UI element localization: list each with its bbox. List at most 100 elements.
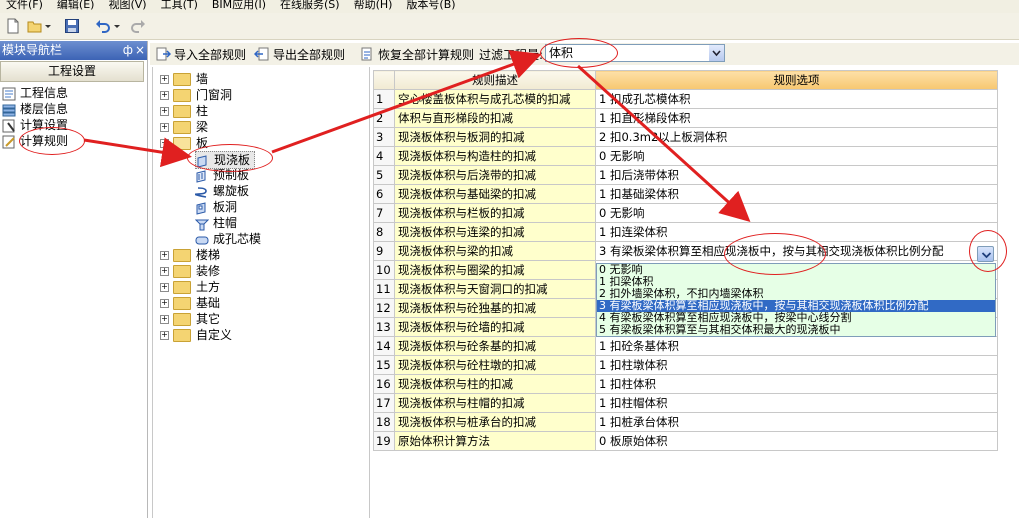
expand-icon[interactable]: + <box>160 315 169 324</box>
menu-edit[interactable]: 编辑(E) <box>57 0 95 10</box>
rule-option-cell[interactable]: 1 扣柱体积 <box>595 374 998 394</box>
open-dropdown-icon[interactable] <box>44 18 52 34</box>
tree-node-wall[interactable]: + 墙 <box>160 71 208 87</box>
tree-node-column-cap[interactable]: 柱帽 <box>195 215 237 231</box>
row-number: 12 <box>373 298 395 318</box>
slab-opening-icon <box>196 201 206 215</box>
expand-icon[interactable]: + <box>160 251 169 260</box>
rule-option-cell[interactable]: 1 扣基础梁体积 <box>595 184 998 204</box>
expand-icon[interactable]: + <box>160 123 169 132</box>
tree-node-column[interactable]: + 柱 <box>160 103 208 119</box>
tree-node-stairs[interactable]: + 楼梯 <box>160 247 220 263</box>
menu-help[interactable]: 帮助(H) <box>354 0 393 10</box>
expand-icon[interactable]: + <box>160 75 169 84</box>
table-row[interactable]: 16 现浇板体积与柱的扣减 1 扣柱体积 <box>373 374 998 394</box>
menu-online[interactable]: 在线服务(S) <box>280 0 340 10</box>
rule-option-cell[interactable]: 0 无影响 <box>595 203 998 223</box>
table-row[interactable]: 1 空心楼盖板体积与成孔芯模的扣减 1 扣成孔芯模体积 <box>373 89 998 109</box>
collapse-icon[interactable]: − <box>160 139 169 148</box>
expand-icon[interactable]: + <box>160 331 169 340</box>
rule-option-cell[interactable]: 2 扣0.3m2以上板洞体积 <box>595 127 998 147</box>
table-row[interactable]: 18 现浇板体积与桩承台的扣减 1 扣桩承台体积 <box>373 412 998 432</box>
folder-icon <box>173 281 191 294</box>
rule-option-cell[interactable]: 1 扣成孔芯模体积 <box>595 89 998 109</box>
header-rule-option: 规则选项 <box>595 70 998 90</box>
tree-node-slab-opening[interactable]: 板洞 <box>195 199 237 215</box>
tree-node-core-mold[interactable]: 成孔芯模 <box>195 231 261 247</box>
table-row[interactable]: 8 现浇板体积与连梁的扣减 1 扣连梁体积 <box>373 222 998 242</box>
menu-view[interactable]: 视图(V) <box>108 0 146 10</box>
dropdown-option-selected[interactable]: 3 有梁板梁体积算至相应现浇板中，按与其相交现浇板体积比例分配 <box>597 300 995 312</box>
menu-file[interactable]: 文件(F) <box>6 0 43 10</box>
dropdown-option[interactable]: 2 扣外墙梁体积，不扣内墙梁体积 <box>597 288 995 300</box>
annotation-circle <box>969 230 1007 272</box>
rule-option-cell[interactable]: 1 扣后浇带体积 <box>595 165 998 185</box>
table-row[interactable]: 6 现浇板体积与基础梁的扣减 1 扣基础梁体积 <box>373 184 998 204</box>
rule-option-cell[interactable]: 0 无影响 <box>595 146 998 166</box>
save-icon[interactable] <box>64 18 80 34</box>
project-settings-button[interactable]: 工程设置 <box>0 61 144 82</box>
tree-node-earthwork[interactable]: + 土方 <box>160 279 220 295</box>
table-row[interactable]: 7 现浇板体积与栏板的扣减 0 无影响 <box>373 203 998 223</box>
tree-node-spiral-slab[interactable]: 螺旋板 <box>195 183 249 199</box>
undo-dropdown-icon[interactable] <box>113 18 121 34</box>
tree-node-custom[interactable]: + 自定义 <box>160 327 232 343</box>
undo-icon[interactable] <box>95 18 111 34</box>
redo-icon[interactable] <box>130 18 146 34</box>
tree-node-decoration[interactable]: + 装修 <box>160 263 220 279</box>
dropdown-option[interactable]: 5 有梁板梁体积算至与其相交体积最大的现浇板中 <box>597 324 995 336</box>
rule-option-cell[interactable]: 1 扣柱帽体积 <box>595 393 998 413</box>
table-row[interactable]: 2 体积与直形梯段的扣减 1 扣直形梯段体积 <box>373 108 998 128</box>
table-row[interactable]: 5 现浇板体积与后浇带的扣减 1 扣后浇带体积 <box>373 165 998 185</box>
rule-option-cell[interactable]: 1 扣柱墩体积 <box>595 355 998 375</box>
rule-option-cell[interactable]: 1 扣桩承台体积 <box>595 412 998 432</box>
row-number: 5 <box>373 165 395 185</box>
menu-version[interactable]: 版本号(B) <box>406 0 455 10</box>
tree-node-label: 门窗洞 <box>196 88 233 102</box>
table-row[interactable]: 15 现浇板体积与砼柱墩的扣减 1 扣柱墩体积 <box>373 355 998 375</box>
table-row[interactable]: 9 现浇板体积与梁的扣减 3 有梁板梁体积算至相应现浇板中，按与其相交现浇板体积比例… <box>373 241 998 261</box>
close-icon[interactable]: × <box>135 41 145 60</box>
header-row-number <box>373 70 395 90</box>
row-number: 8 <box>373 222 395 242</box>
table-row[interactable]: 19 原始体积计算方法 0 板原始体积 <box>373 431 998 451</box>
rule-option-cell[interactable]: 0 板原始体积 <box>595 431 998 451</box>
menu-bim[interactable]: BIM应用(I) <box>212 0 266 10</box>
dropdown-option[interactable]: 4 有梁板梁体积算至相应现浇板中，按梁中心线分割 <box>597 312 995 324</box>
chevron-down-icon[interactable] <box>709 45 724 61</box>
import-all-rules-button[interactable]: 导入全部规则 <box>174 46 246 63</box>
rule-description: 现浇板体积与砼独基的扣减 <box>394 298 596 318</box>
nav-item-floor-info[interactable]: 楼层信息 <box>2 101 68 117</box>
annotation-circle <box>724 233 826 275</box>
open-folder-icon[interactable] <box>27 18 43 34</box>
rules-icon <box>2 135 15 148</box>
tree-node-door-window[interactable]: + 门窗洞 <box>160 87 232 103</box>
rule-option-cell[interactable]: 1 扣直形梯段体积 <box>595 108 998 128</box>
folder-icon <box>173 249 191 262</box>
table-row[interactable]: 4 现浇板体积与构造柱的扣减 0 无影响 <box>373 146 998 166</box>
expand-icon[interactable]: + <box>160 299 169 308</box>
menu-tools[interactable]: 工具(T) <box>161 0 198 10</box>
export-icon <box>254 47 269 61</box>
rule-description: 现浇板体积与构造柱的扣减 <box>394 146 596 166</box>
expand-icon[interactable]: + <box>160 91 169 100</box>
expand-icon[interactable]: + <box>160 267 169 276</box>
row-number: 10 <box>373 260 395 280</box>
table-row[interactable]: 17 现浇板体积与柱帽的扣减 1 扣柱帽体积 <box>373 393 998 413</box>
folder-icon <box>173 329 191 342</box>
table-row[interactable]: 14 现浇板体积与砼条基的扣减 1 扣砼条基体积 <box>373 336 998 356</box>
new-file-icon[interactable] <box>5 18 21 34</box>
restore-all-rules-button[interactable]: 恢复全部计算规则 <box>378 46 474 63</box>
tree-node-other[interactable]: + 其它 <box>160 311 220 327</box>
expand-icon[interactable]: + <box>160 107 169 116</box>
expand-icon[interactable]: + <box>160 283 169 292</box>
row-number: 16 <box>373 374 395 394</box>
tree-node-beam[interactable]: + 梁 <box>160 119 208 135</box>
dropdown-option[interactable]: 1 扣梁体积 <box>597 276 995 288</box>
rule-option-cell[interactable]: 1 扣砼条基体积 <box>595 336 998 356</box>
export-all-rules-button[interactable]: 导出全部规则 <box>273 46 345 63</box>
pin-icon[interactable]: ф <box>123 41 133 60</box>
table-row[interactable]: 3 现浇板体积与板洞的扣减 2 扣0.3m2以上板洞体积 <box>373 127 998 147</box>
tree-node-foundation[interactable]: + 基础 <box>160 295 220 311</box>
nav-item-project-info[interactable]: 工程信息 <box>2 85 68 101</box>
